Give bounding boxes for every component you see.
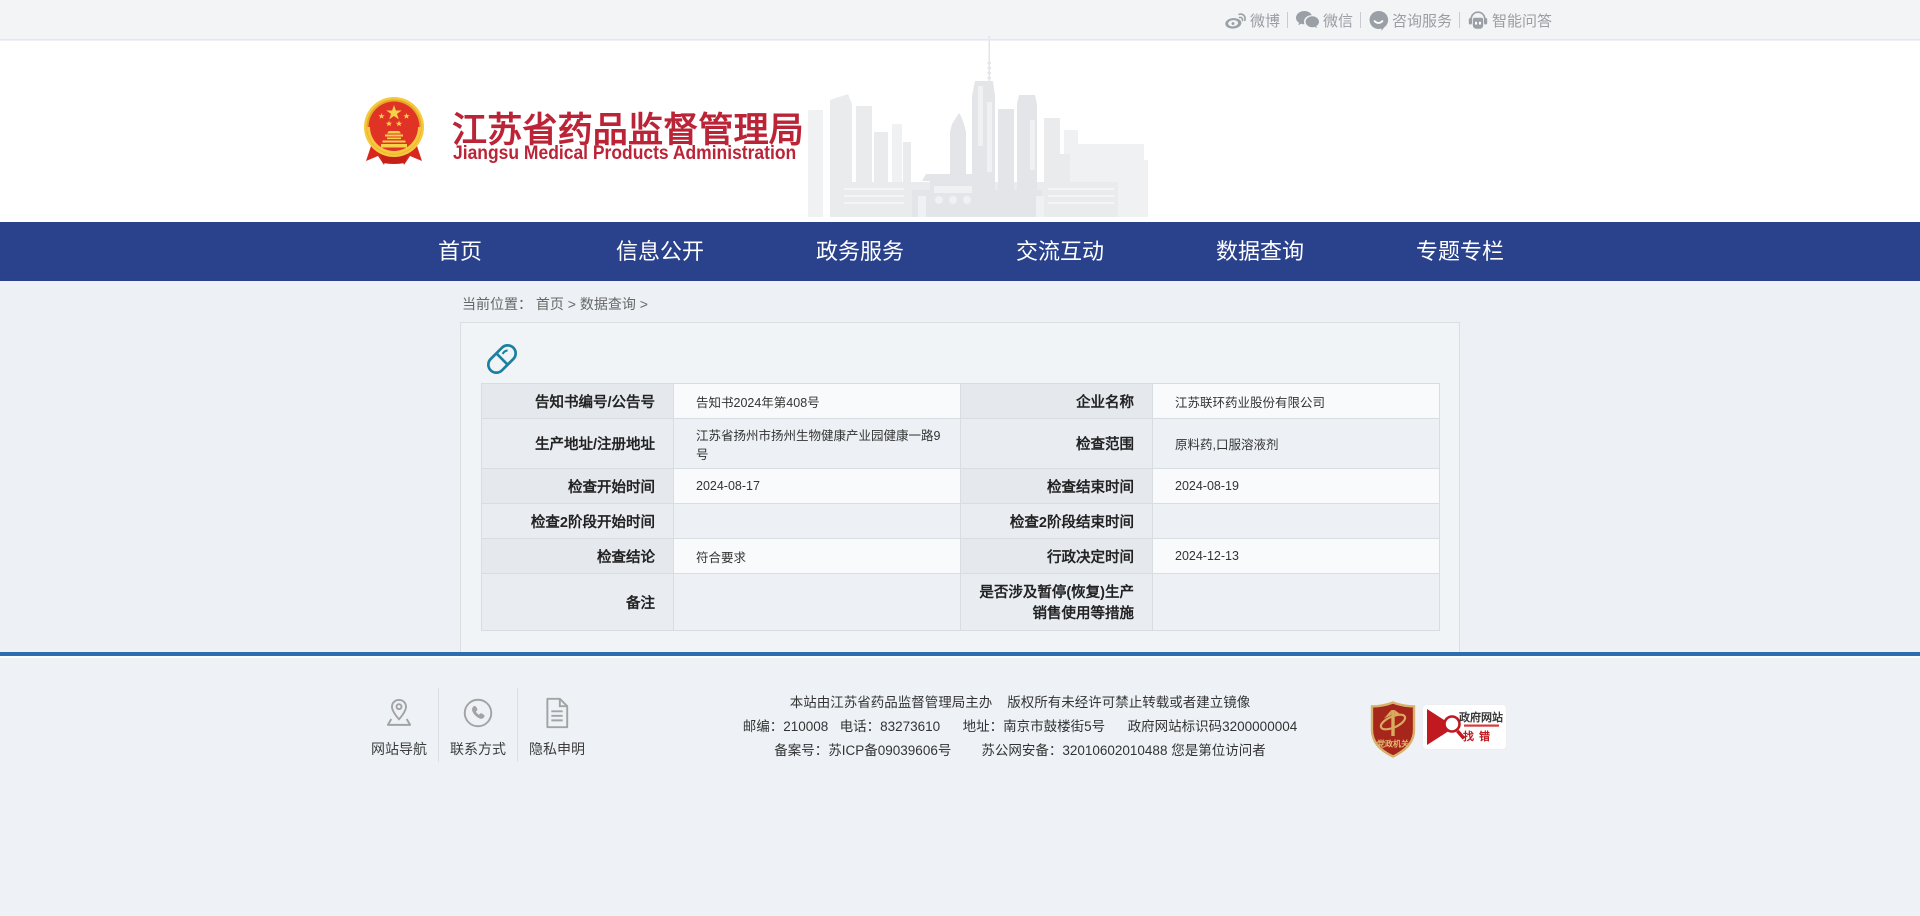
- svg-text:政府网站: 政府网站: [1459, 710, 1503, 724]
- svg-text:找错: 找错: [1463, 729, 1495, 743]
- svg-text:党政机关: 党政机关: [1377, 739, 1409, 749]
